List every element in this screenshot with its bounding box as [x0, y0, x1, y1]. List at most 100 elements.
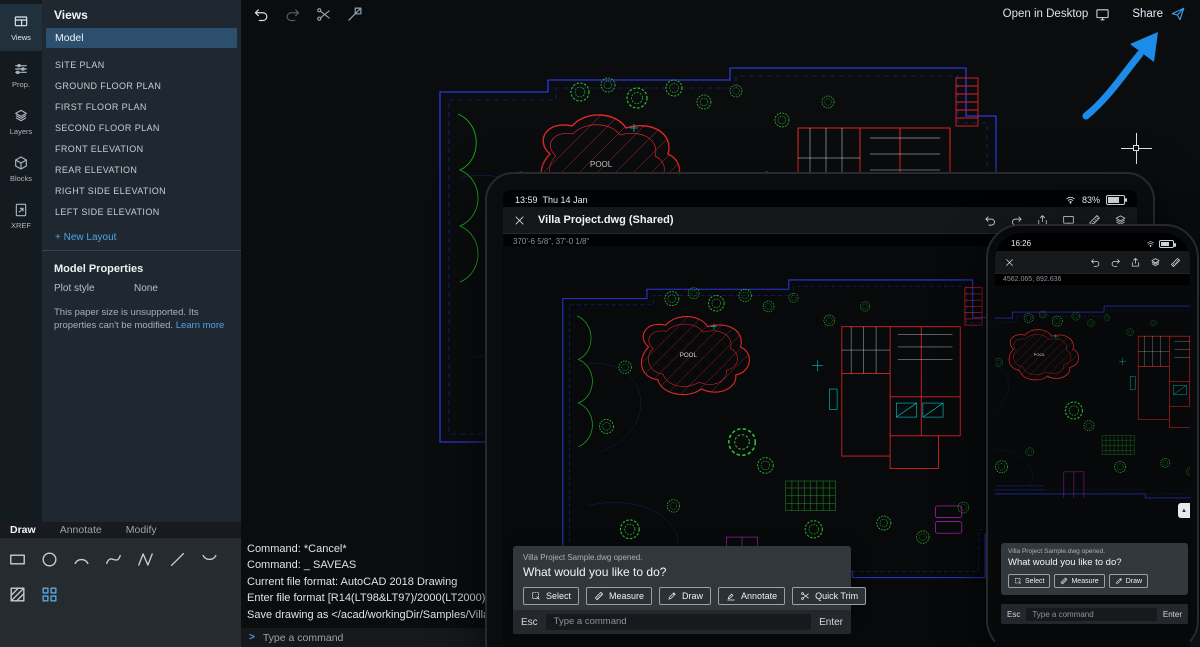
tab-annotate[interactable]: Annotate	[48, 524, 114, 536]
sidebar-item-layers[interactable]: Layers	[0, 98, 42, 145]
phone-toolbar-icons	[1090, 257, 1181, 268]
ruler-icon	[594, 591, 604, 601]
autocad-web-app: Views Prop. Layers Blocks XREF Views Mod…	[0, 0, 1200, 647]
redo-icon[interactable]	[284, 6, 301, 23]
villa-site-plan-drawing	[995, 301, 1190, 502]
select-button: Select	[523, 587, 579, 605]
quick-trim-button: Quick Trim	[792, 587, 866, 605]
esc-key: Esc	[1007, 610, 1020, 619]
circle-tool-icon[interactable]	[40, 550, 59, 569]
new-layout-button[interactable]: + New Layout	[42, 226, 241, 251]
wifi-icon	[1065, 194, 1076, 205]
phone-time: 16:26	[1011, 239, 1031, 248]
open-in-desktop-label: Open in Desktop	[1003, 8, 1089, 20]
share-send-icon	[1170, 6, 1186, 22]
layout-item[interactable]: RIGHT SIDE ELEVATION	[42, 181, 241, 202]
annotation-arrow	[1078, 22, 1170, 122]
sidebar-item-properties[interactable]: Prop.	[0, 51, 42, 98]
sidebar-item-label: Layers	[10, 127, 33, 136]
measure-button: Measure	[1054, 574, 1104, 588]
views-panel: Views Model SITE PLAN GROUND FLOOR PLAN …	[42, 0, 241, 522]
share-button[interactable]: Share	[1132, 6, 1186, 22]
wifi-icon	[1146, 239, 1155, 248]
layout-item[interactable]: REAR ELEVATION	[42, 160, 241, 181]
arc-flipped-tool-icon[interactable]	[200, 550, 219, 569]
rectangle-tool-icon[interactable]	[8, 550, 27, 569]
esc-key: Esc	[521, 617, 538, 628]
canvas-toolbar-right: Open in Desktop Share	[1003, 6, 1186, 22]
chip-label: Annotate	[741, 591, 777, 601]
chip-label: Select	[1025, 578, 1044, 585]
polyline-tool-icon[interactable]	[136, 550, 155, 569]
chip-label: Draw	[682, 591, 703, 601]
chip-label: Select	[546, 591, 571, 601]
trim-icon[interactable]	[315, 6, 332, 23]
learn-more-link[interactable]: Learn more	[176, 320, 225, 331]
plot-style-value: None	[134, 283, 158, 294]
annotate-icon	[726, 591, 736, 601]
command-input[interactable]	[261, 631, 485, 645]
tablet-clock: 13:59 Thu 14 Jan	[515, 195, 588, 205]
pencil-icon	[1115, 577, 1123, 585]
tablet-command-input: Type a command	[546, 614, 811, 630]
sidebar-item-views[interactable]: Views	[0, 4, 42, 51]
enter-key: Enter	[819, 617, 843, 628]
phone-command-input: Type a command	[1026, 608, 1157, 621]
layers-icon	[1150, 257, 1161, 268]
open-in-desktop-button[interactable]: Open in Desktop	[1003, 7, 1111, 22]
array-tool-icon[interactable]	[40, 585, 59, 604]
scissors-icon	[800, 591, 810, 601]
toast-actions: Select Measure Draw	[1008, 574, 1181, 588]
command-prompt-chevron-icon: >	[249, 632, 255, 643]
layout-item[interactable]: GROUND FLOOR PLAN	[42, 76, 241, 97]
layout-item[interactable]: SITE PLAN	[42, 55, 241, 76]
view-item-model[interactable]: Model	[46, 28, 237, 48]
tablet-command-bar: Esc Type a command Enter	[513, 610, 851, 634]
plot-style-label: Plot style	[54, 283, 134, 294]
spline-tool-icon[interactable]	[104, 550, 123, 569]
sidebar-item-label: Blocks	[10, 174, 32, 183]
hatch-tool-icon[interactable]	[8, 585, 27, 604]
views-icon	[13, 14, 29, 30]
xref-icon	[13, 202, 29, 218]
desktop-monitor-icon	[1095, 7, 1110, 22]
enter-key: Enter	[1163, 610, 1182, 619]
layout-item[interactable]: FRONT ELEVATION	[42, 139, 241, 160]
paper-size-warning: This paper size is unsupported. Its prop…	[42, 294, 241, 333]
close-icon	[513, 214, 526, 227]
properties-icon	[13, 61, 29, 77]
layout-item[interactable]: LEFT SIDE ELEVATION	[42, 202, 241, 223]
undo-icon[interactable]	[253, 6, 270, 23]
tab-draw[interactable]: Draw	[0, 524, 48, 536]
tablet-date: Thu 14 Jan	[543, 195, 588, 205]
phone-screen: 16:26 4562.065, 892.636	[995, 233, 1190, 647]
toast-message: Villa Project Sample.dwg opened.	[523, 553, 841, 562]
select-icon	[1014, 577, 1022, 585]
arc-tool-icon[interactable]	[72, 550, 91, 569]
undo-icon	[1090, 257, 1101, 268]
sidebar-item-label: Views	[11, 33, 31, 42]
toast-message: Villa Project Sample.dwg opened.	[1008, 548, 1181, 555]
toast-actions: Select Measure Draw Annotate Quick Trim	[523, 587, 841, 605]
layers-icon	[13, 108, 29, 124]
ruler-icon	[1060, 577, 1068, 585]
select-button: Select	[1008, 574, 1050, 588]
draw-ribbon: Draw Annotate Modify	[0, 522, 241, 647]
plot-style-row: Plot style None	[42, 283, 241, 294]
phone-command-bar: Esc Type a command Enter	[1001, 604, 1188, 624]
sidebar-item-xref[interactable]: XREF	[0, 192, 42, 239]
layout-item[interactable]: SECOND FLOOR PLAN	[42, 118, 241, 139]
draw-tools	[0, 538, 241, 604]
views-panel-title: Views	[42, 0, 241, 28]
close-icon	[1004, 257, 1015, 268]
layout-item[interactable]: FIRST FLOOR PLAN	[42, 97, 241, 118]
line-tool-icon[interactable]	[168, 550, 187, 569]
tab-modify[interactable]: Modify	[114, 524, 169, 536]
blocks-icon	[13, 155, 29, 171]
battery-icon	[1106, 195, 1125, 205]
chip-label: Measure	[1071, 578, 1098, 585]
sidebar-item-blocks[interactable]: Blocks	[0, 145, 42, 192]
extend-icon[interactable]	[346, 6, 363, 23]
phone-status-bar: 16:26	[995, 233, 1190, 251]
measure-button: Measure	[586, 587, 652, 605]
